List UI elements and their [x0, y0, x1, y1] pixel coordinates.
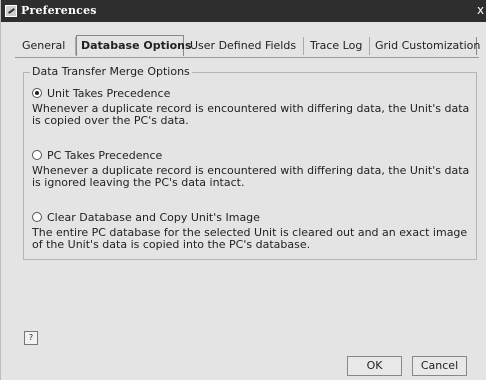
tab-trace-log[interactable]: Trace Log: [306, 37, 370, 55]
radio-button[interactable]: [32, 150, 42, 160]
help-icon[interactable]: ?: [24, 331, 38, 345]
tab-general[interactable]: General: [18, 37, 76, 55]
radio-button[interactable]: [32, 212, 42, 222]
preferences-dialog: Preferences x General Database Options U…: [0, 0, 486, 380]
option-label: Clear Database and Copy Unit's Image: [47, 210, 260, 224]
option-label: Unit Takes Precedence: [47, 86, 171, 100]
option-label: PC Takes Precedence: [47, 148, 163, 162]
option-description: The entire PC database for the selected …: [32, 226, 468, 251]
group-title: Data Transfer Merge Options: [30, 65, 192, 78]
radio-button-selected[interactable]: [32, 88, 42, 98]
option-description: Whenever a duplicate record is encounter…: [32, 102, 470, 127]
title-bar[interactable]: Preferences x: [1, 0, 486, 22]
tab-grid-customization[interactable]: Grid Customization: [371, 37, 480, 55]
database-options-panel: Data Transfer Merge Options Unit Takes P…: [15, 57, 479, 350]
ok-button[interactable]: OK: [347, 356, 402, 376]
option-pc-takes-precedence[interactable]: PC Takes Precedence: [32, 148, 162, 162]
tab-database-options[interactable]: Database Options: [76, 35, 192, 56]
option-unit-takes-precedence[interactable]: Unit Takes Precedence: [32, 86, 170, 100]
option-clear-database[interactable]: Clear Database and Copy Unit's Image: [32, 210, 260, 224]
preferences-icon: [5, 5, 17, 17]
close-icon[interactable]: x: [477, 3, 486, 17]
merge-options-group: Data Transfer Merge Options Unit Takes P…: [23, 65, 477, 260]
option-description: Whenever a duplicate record is encounter…: [32, 164, 470, 189]
tab-user-defined-fields[interactable]: User Defined Fields: [186, 37, 304, 55]
cancel-button[interactable]: Cancel: [412, 356, 467, 376]
window-title: Preferences: [21, 4, 97, 17]
